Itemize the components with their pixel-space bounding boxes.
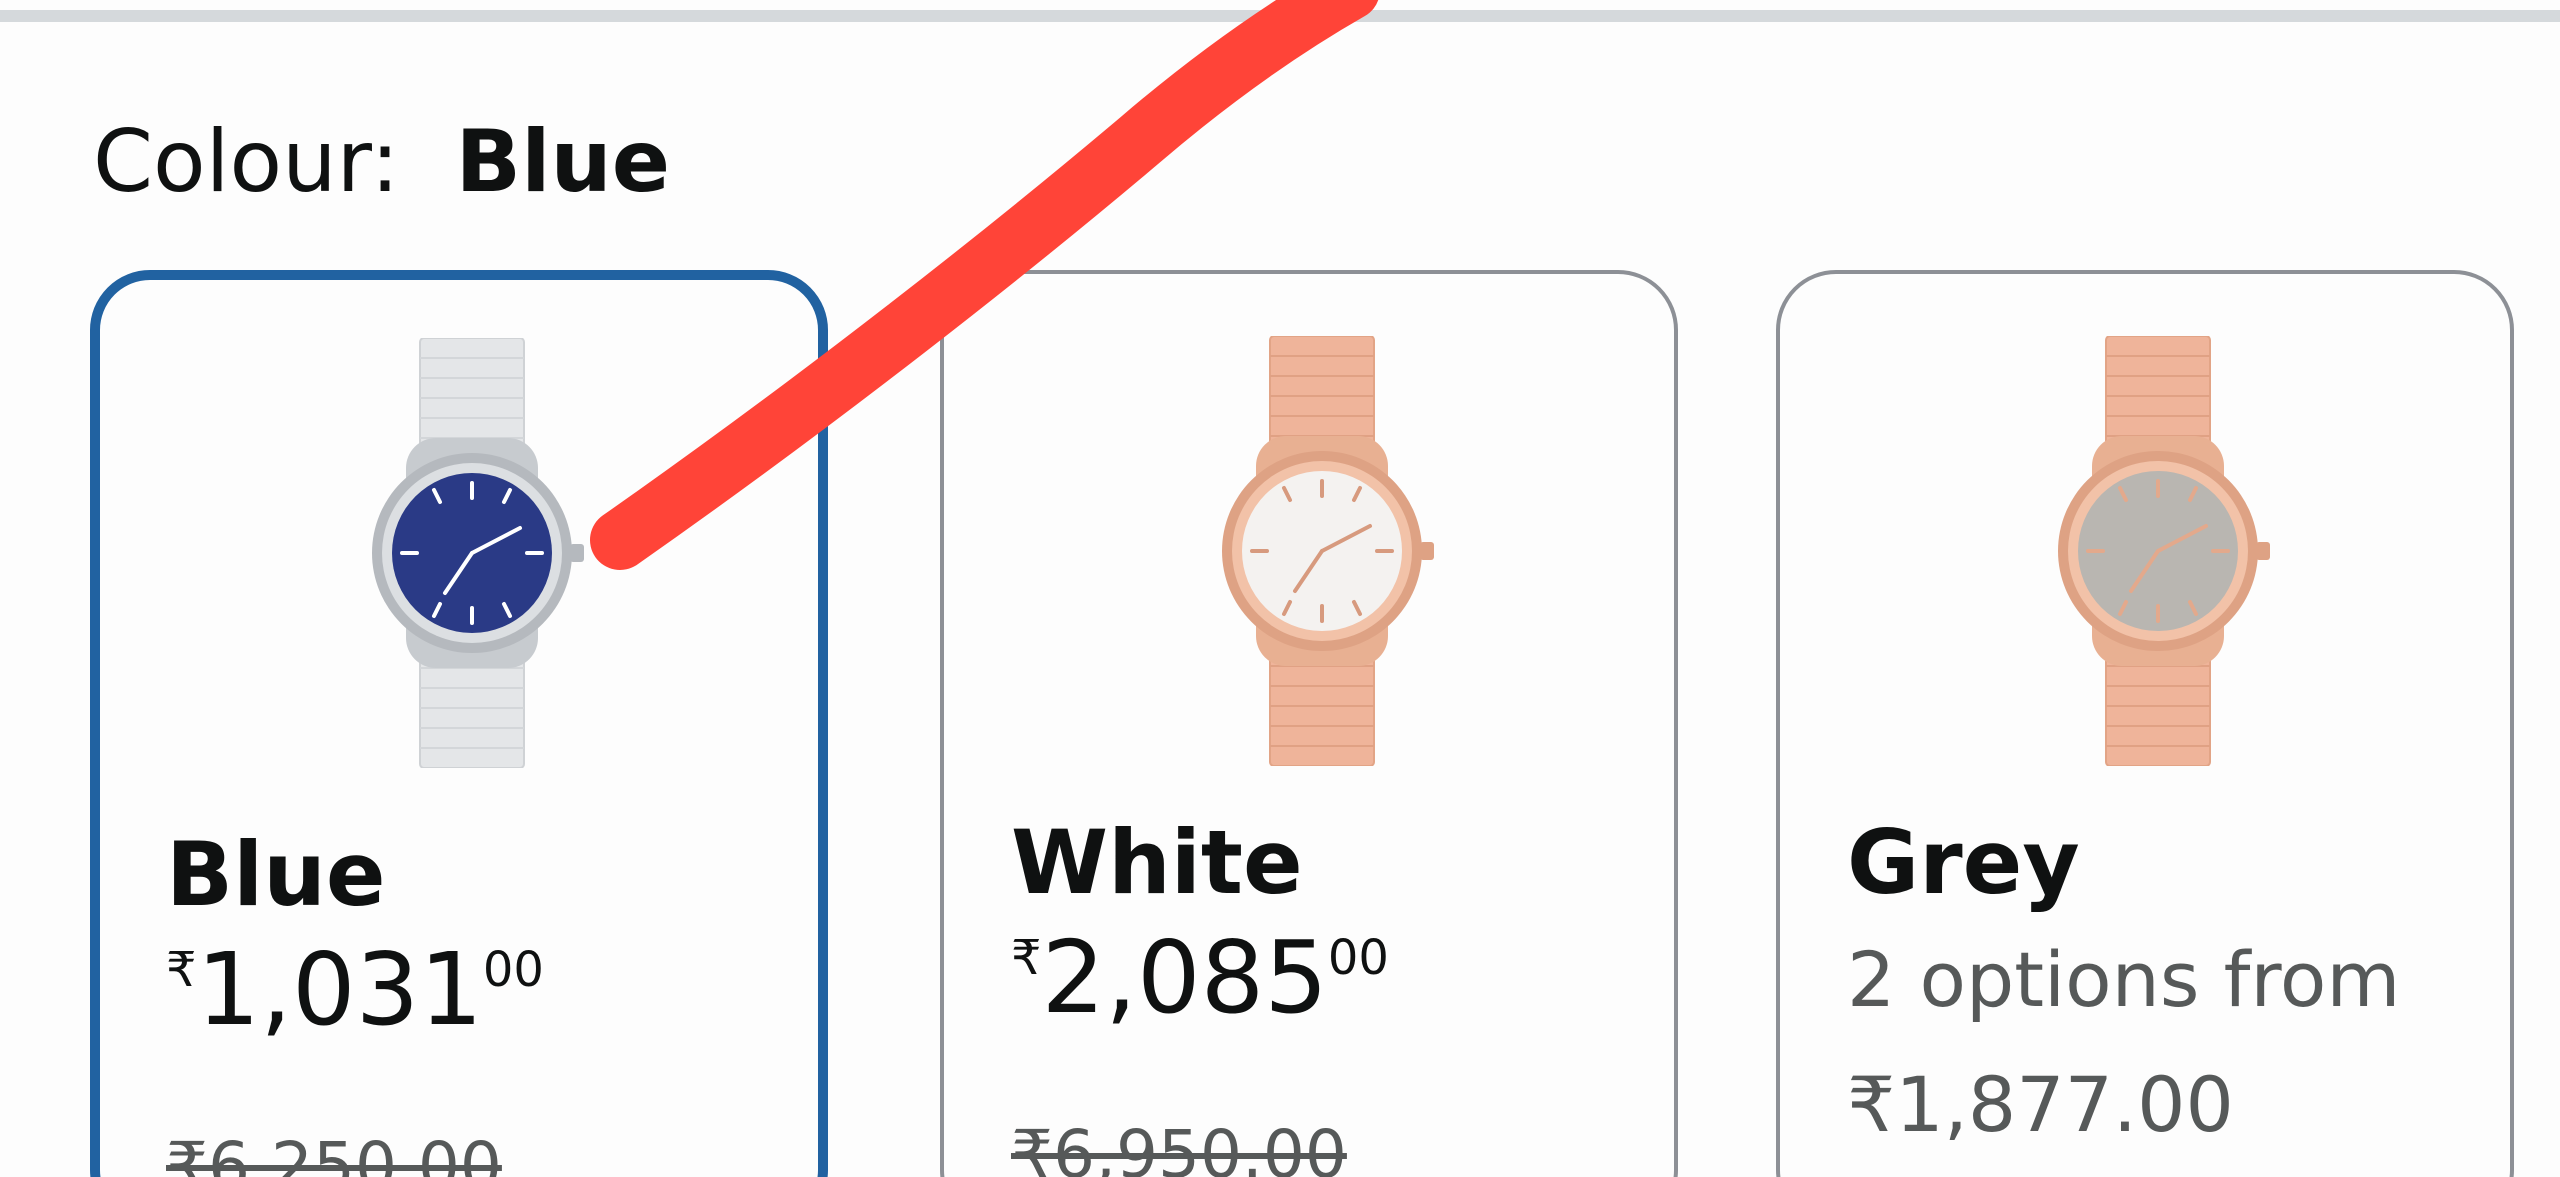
watch-image-blue: [372, 338, 584, 768]
watch-image-grey: [2058, 336, 2270, 766]
price-symbol: ₹: [166, 942, 197, 998]
selected-colour-value: Blue: [455, 112, 671, 212]
price-whole: 2,085: [1041, 919, 1328, 1036]
options-from-price: ₹1,877.00: [1847, 1060, 2234, 1149]
swatch-grey[interactable]: Grey 2 options from ₹1,877.00: [1776, 270, 2514, 1177]
swatch-white[interactable]: White ₹2,08500 ₹6,950.00: [940, 270, 1678, 1177]
swatch-name: Grey: [1847, 811, 2080, 914]
price-fraction: 00: [1327, 930, 1389, 986]
price-whole: 1,031: [196, 931, 483, 1048]
price-fraction: 00: [482, 942, 544, 998]
swatch-mrp: ₹6,950.00: [1011, 1116, 1347, 1177]
top-divider: [0, 10, 2560, 22]
swatch-name: Blue: [166, 823, 386, 926]
options-count-text: 2 options from: [1847, 935, 2401, 1024]
swatch-name: White: [1011, 811, 1303, 914]
swatch-blue[interactable]: Blue ₹1,03100 ₹6,250.00: [90, 270, 828, 1177]
colour-label: Colour:: [93, 112, 400, 212]
colour-heading: Colour: Blue: [93, 112, 670, 212]
swatch-price: ₹2,08500: [1011, 928, 1389, 1028]
swatch-mrp: ₹6,250.00: [166, 1128, 502, 1177]
watch-image-white: [1222, 336, 1434, 766]
price-symbol: ₹: [1011, 930, 1042, 986]
colour-selector-page: Colour: Blue Blue ₹1,03100 ₹6,250.00 Whi…: [0, 0, 2560, 1177]
swatch-price: ₹1,03100: [166, 940, 544, 1040]
